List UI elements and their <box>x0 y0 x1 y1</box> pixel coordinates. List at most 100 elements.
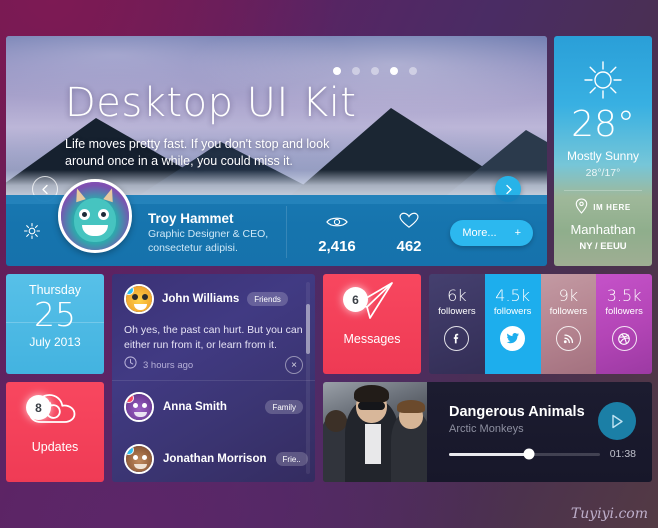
plus-icon: + <box>514 227 521 239</box>
avatar[interactable] <box>58 179 132 253</box>
chat-widget: John Williams Friends Oh yes, the past c… <box>112 274 315 482</box>
avatar-detail <box>133 403 138 408</box>
avatar[interactable] <box>124 392 154 422</box>
list-item[interactable]: Jonathan Morrison Frie.. <box>112 433 315 482</box>
more-button-label: More... <box>462 227 497 239</box>
artwork-detail <box>397 400 425 413</box>
location-pin-icon <box>575 198 588 216</box>
social-label: followers <box>605 306 643 317</box>
messages-badge: 6 <box>343 287 368 312</box>
social-count: 6k <box>447 286 467 305</box>
messages-icon-area: 6 <box>323 274 421 332</box>
calendar-widget[interactable]: Thursday 25 July 2013 <box>6 274 104 374</box>
weather-range: 28°/17° <box>585 167 621 179</box>
avatar[interactable] <box>124 284 154 314</box>
progress-slider[interactable] <box>449 448 600 460</box>
twitter-icon[interactable] <box>500 326 526 351</box>
social-icon-area <box>596 326 652 351</box>
progress-handle[interactable] <box>523 448 535 460</box>
carousel-dot-2[interactable] <box>352 67 360 75</box>
chat-message-name: John Williams <box>162 293 240 305</box>
avatar-detail <box>142 294 148 300</box>
weather-condition: Mostly Sunny <box>566 149 640 163</box>
social-tile-twitter[interactable]: 4.5k followers <box>484 274 541 374</box>
player-progress-bar: 01:38 <box>449 448 636 460</box>
status-badge <box>126 286 134 295</box>
list-item[interactable]: Anna Smith Family <box>112 381 315 433</box>
chat-message-header: John Williams Friends <box>124 284 303 314</box>
track-time: 01:38 <box>609 448 636 460</box>
close-icon[interactable]: × <box>285 356 303 374</box>
social-stats: 6k followers 4.5k followers 9k followers <box>429 274 652 374</box>
social-label: followers <box>438 306 476 317</box>
dashboard: Desktop UI Kit Life moves pretty fast. I… <box>6 36 652 490</box>
weather-region: NY / EEUU <box>579 241 627 252</box>
location-header: IM HERE <box>554 198 652 216</box>
chat-message-footer: 3 hours ago × <box>124 356 303 374</box>
social-count: 9k <box>558 286 579 305</box>
page-title: Desktop UI Kit <box>65 80 357 126</box>
updates-label: Updates <box>31 440 79 454</box>
messages-tile[interactable]: 6 Messages <box>323 274 421 374</box>
album-artwork <box>323 382 427 482</box>
status-badge <box>126 446 134 455</box>
updates-icon-area: 8 <box>6 382 104 440</box>
carousel-dot-4[interactable] <box>390 67 398 75</box>
social-icon-area <box>485 326 541 351</box>
arrow-right-icon <box>505 184 512 194</box>
social-icon-area <box>429 326 485 351</box>
chat-message-time: 3 hours ago <box>143 359 194 371</box>
avatar[interactable] <box>124 444 154 474</box>
carousel-dot-1[interactable] <box>333 67 341 75</box>
progress-fill <box>449 452 529 456</box>
profile-role-line2: consectetur adipisi. <box>148 242 238 254</box>
chat-message-text: Oh yes, the past can hurt. But you can e… <box>124 324 303 351</box>
views-count: 2,416 <box>318 238 356 255</box>
hero-subtitle: Life moves pretty fast. If you don't sto… <box>65 137 330 168</box>
likes-stat: 462 <box>366 212 452 256</box>
social-count: 3.5k <box>606 286 642 305</box>
player-info: Dangerous Animals Arctic Monkeys 01:38 <box>427 382 652 482</box>
profile-role: Graphic Designer & CEO, consectetur adip… <box>148 227 268 255</box>
updates-badge: 8 <box>26 395 51 420</box>
chat-row-tag: Frie.. <box>275 452 308 466</box>
facebook-icon[interactable] <box>444 326 470 351</box>
hero-panel: Desktop UI Kit Life moves pretty fast. I… <box>6 36 547 266</box>
avatar-detail <box>142 455 147 460</box>
gear-icon <box>23 222 41 239</box>
social-tile-dribbble[interactable]: 3.5k followers <box>596 274 652 374</box>
calendar-month-year: July 2013 <box>29 335 81 349</box>
play-icon <box>612 414 623 428</box>
social-label: followers <box>493 306 532 317</box>
carousel-dot-3[interactable] <box>371 67 379 75</box>
profile-name: Troy Hammet <box>148 211 234 226</box>
likes-count: 462 <box>396 238 422 255</box>
social-icon-area <box>541 326 597 351</box>
avatar-detail <box>133 455 138 460</box>
artwork-detail <box>365 424 381 464</box>
status-badge <box>126 394 134 403</box>
avatar-detail <box>142 403 147 408</box>
carousel-dots[interactable] <box>333 67 417 75</box>
watermark: Tuyiyi.com <box>570 506 648 522</box>
settings-button[interactable] <box>6 221 58 241</box>
rss-icon[interactable] <box>555 326 581 351</box>
social-tile-rss[interactable]: 9k followers <box>540 274 597 374</box>
updates-tile[interactable]: 8 Updates <box>6 382 104 482</box>
artwork-detail <box>358 402 385 410</box>
social-label: followers <box>549 306 588 317</box>
music-player: Dangerous Animals Arctic Monkeys 01:38 <box>323 382 652 482</box>
chat-row-name: Jonathan Morrison <box>163 453 267 465</box>
heart-icon <box>366 212 452 234</box>
messages-label: Messages <box>343 332 401 346</box>
divider <box>6 322 104 323</box>
avatar-detail <box>98 209 109 220</box>
more-button[interactable]: More... + <box>450 220 533 246</box>
weather-widget[interactable]: 28° Mostly Sunny 28°/17° IM HERE Manhath… <box>554 36 652 266</box>
play-button[interactable] <box>598 402 636 440</box>
chat-row-name: Anna Smith <box>163 401 227 413</box>
scrollbar-thumb[interactable] <box>306 304 310 354</box>
carousel-dot-5[interactable] <box>409 67 417 75</box>
social-tile-facebook[interactable]: 6k followers <box>429 274 485 374</box>
dribbble-icon[interactable] <box>611 326 637 351</box>
